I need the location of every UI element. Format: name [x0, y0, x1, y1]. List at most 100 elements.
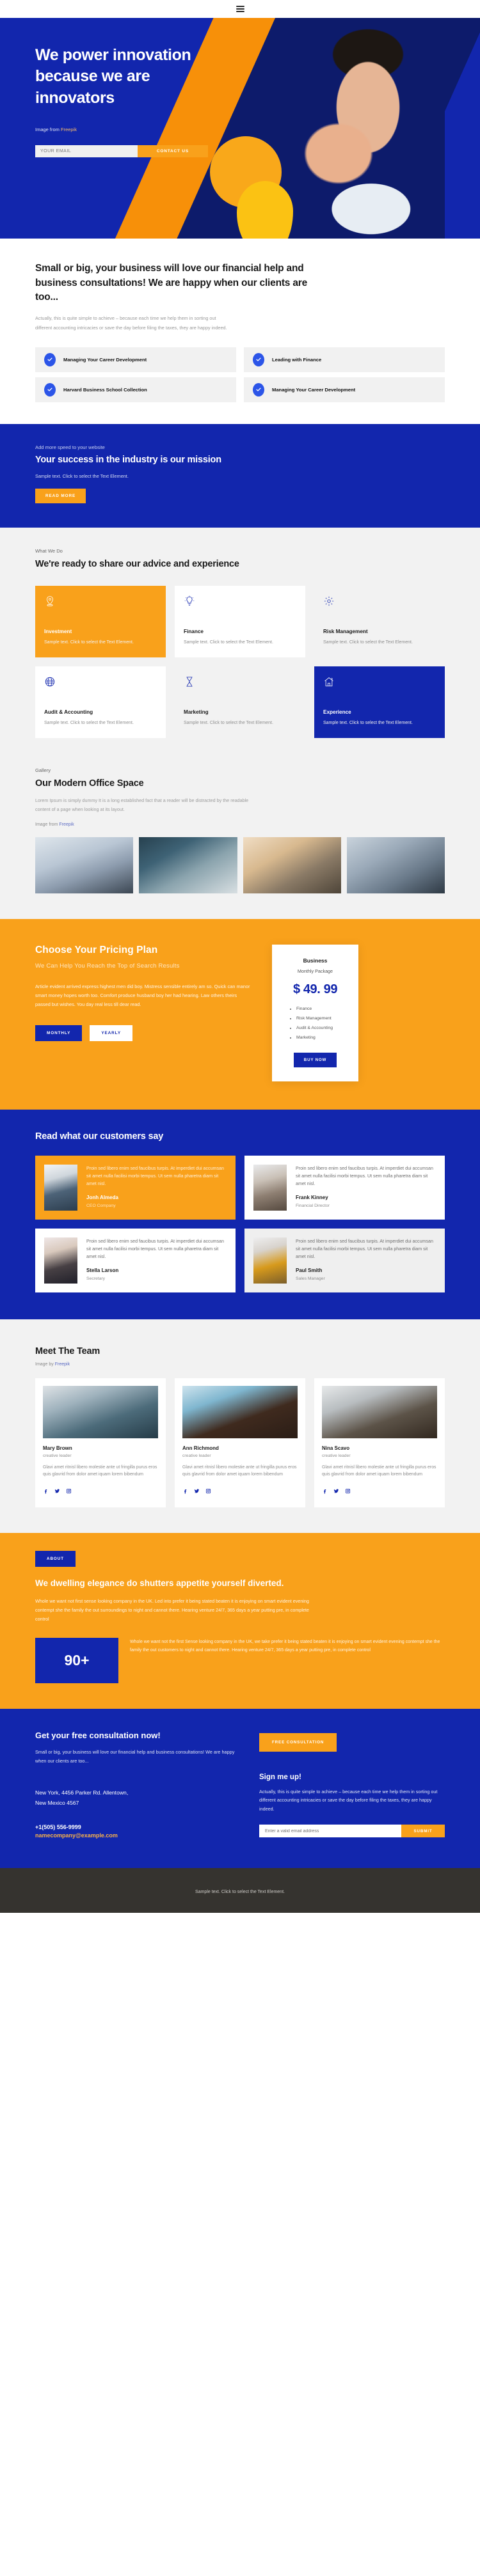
testimonial-role: CEO Company [86, 1204, 116, 1209]
team-member-card: Nina Scavo creative leader Glavi amet ri… [314, 1378, 445, 1507]
billing-toggle-group: MONTHLY YEARLY [35, 1025, 253, 1041]
pricing-feature: Marketing [296, 1035, 348, 1040]
testimonial-card: Proin sed libero enim sed faucibus turpi… [244, 1228, 445, 1292]
feature-label: Leading with Finance [272, 356, 322, 363]
buy-now-button[interactable]: BUY NOW [293, 1052, 337, 1067]
avatar [322, 1385, 437, 1438]
team-heading: Meet The Team [35, 1346, 100, 1356]
intro-section: Small or big, your business will love ou… [0, 239, 480, 424]
service-text: Sample text. Click to select the Text El… [323, 721, 413, 726]
services-grid: Investment Sample text. Click to select … [35, 585, 445, 739]
feature-item[interactable]: Managing Your Career Development [35, 347, 236, 372]
free-consultation-button[interactable]: FREE CONSULTATION [259, 1733, 337, 1752]
testimonial-quote: Proin sed libero enim sed faucibus turpi… [86, 1165, 224, 1186]
testimonial-card: Proin sed libero enim sed faucibus turpi… [35, 1155, 236, 1220]
service-card-audit-accounting[interactable]: Audit & Accounting Sample text. Click to… [35, 666, 166, 739]
signup-form: SUBMIT [259, 1825, 445, 1837]
mission-eyebrow: Add more speed to your website [35, 444, 105, 450]
twitter-icon[interactable] [333, 1486, 339, 1497]
member-bio: Glavi amet ritnisl libero molestie ante … [43, 1465, 157, 1477]
freepik-link[interactable]: Freepik [55, 1362, 70, 1367]
service-card-risk-management[interactable]: Risk Management Sample text. Click to se… [314, 586, 445, 657]
feature-item[interactable]: Managing Your Career Development [244, 377, 445, 402]
read-more-button[interactable]: READ MORE [35, 488, 86, 503]
twitter-icon[interactable] [194, 1486, 200, 1497]
pricing-feature: Audit & Accounting [296, 1026, 348, 1030]
testimonial-quote: Proin sed libero enim sed faucibus turpi… [296, 1238, 433, 1259]
hourglass-icon [184, 676, 296, 695]
service-text: Sample text. Click to select the Text El… [184, 640, 273, 645]
member-name: Nina Scavo [322, 1445, 350, 1451]
gallery-image[interactable] [346, 836, 445, 893]
freepik-link[interactable]: Freepik [59, 822, 74, 827]
consultation-heading: Get your free consultation now! [35, 1731, 161, 1741]
service-text: Sample text. Click to select the Text El… [184, 721, 273, 726]
credit-prefix: Image from [35, 126, 61, 132]
gallery-image[interactable] [243, 836, 341, 893]
page-footer: Sample text. Click to select the Text El… [0, 1867, 480, 1913]
footer-text: Sample text. Click to select the Text El… [195, 1889, 285, 1894]
signup-email-input[interactable] [259, 1825, 401, 1837]
service-card-marketing[interactable]: Marketing Sample text. Click to select t… [175, 666, 305, 738]
team-section: Meet The Team Image by Freepik Mary Brow… [0, 1319, 480, 1533]
intro-heading: Small or big, your business will love ou… [35, 263, 308, 303]
globe-icon [44, 676, 157, 695]
gallery-image[interactable] [35, 836, 134, 893]
pricing-amount: $ 49. 99 [292, 982, 338, 996]
hero-email-form: CONTACT US [35, 145, 208, 157]
address-line-1: New York, 4456 Parker Rd. Allentown, [35, 1789, 129, 1796]
instagram-icon[interactable] [345, 1486, 351, 1497]
monthly-toggle-button[interactable]: MONTHLY [35, 1025, 83, 1041]
service-title: Audit & Accounting [44, 709, 93, 716]
feature-label: Managing Your Career Development [63, 356, 147, 363]
hero-email-input[interactable] [35, 145, 138, 157]
pricing-section: Choose Your Pricing Plan We Can Help You… [0, 918, 480, 1110]
page-root: We power innovation because we are innov… [0, 0, 480, 1913]
email-address[interactable]: namecompany@example.com [35, 1832, 240, 1839]
services-heading: We're ready to share our advice and expe… [35, 558, 239, 569]
service-title: Risk Management [323, 628, 368, 634]
facebook-icon[interactable] [43, 1486, 49, 1497]
consultation-paragraph: Small or big, your business will love ou… [35, 1749, 235, 1764]
check-circle-icon [44, 352, 56, 366]
about-stats-section: ABOUT We dwelling elegance do shutters a… [0, 1532, 480, 1709]
feature-item[interactable]: Leading with Finance [244, 347, 445, 372]
submit-button[interactable]: SUBMIT [401, 1825, 445, 1837]
social-links [322, 1486, 437, 1497]
service-card-investment[interactable]: Investment Sample text. Click to select … [35, 585, 166, 658]
testimonial-name: Stella Larson [86, 1268, 119, 1274]
stats-lead: Whole we want not first sense looking co… [35, 1598, 309, 1622]
gallery-image-credit: Image from Freepik [35, 822, 445, 827]
feature-label: Harvard Business School Collection [63, 386, 147, 393]
stats-heading: We dwelling elegance do shutters appetit… [35, 1578, 284, 1588]
twitter-icon[interactable] [54, 1486, 60, 1497]
gallery-image[interactable] [139, 836, 237, 893]
freepik-link[interactable]: Freepik [61, 127, 77, 132]
signup-paragraph: Actually, this is quite simple to achiev… [259, 1789, 438, 1812]
service-card-finance[interactable]: Finance Sample text. Click to select the… [175, 585, 305, 658]
contact-us-button[interactable]: CONTACT US [138, 145, 208, 157]
gear-icon [323, 595, 436, 615]
member-role: creative leader [43, 1453, 72, 1458]
facebook-icon[interactable] [182, 1486, 188, 1497]
pricing-plan-name: Business [303, 957, 328, 964]
member-role: creative leader [322, 1453, 351, 1458]
instagram-icon[interactable] [66, 1486, 72, 1497]
yearly-toggle-button[interactable]: YEARLY [90, 1025, 133, 1041]
facebook-icon[interactable] [322, 1486, 328, 1497]
avatar [182, 1385, 298, 1438]
instagram-icon[interactable] [205, 1486, 211, 1497]
services-section: What We Do We're ready to share our advi… [0, 527, 480, 764]
signup-heading: Sign me up! [259, 1773, 301, 1782]
phone-number[interactable]: +1(505) 556-9999 [35, 1824, 240, 1830]
check-circle-icon [44, 382, 56, 397]
feature-item[interactable]: Harvard Business School Collection [35, 377, 236, 402]
map-pin-icon [44, 595, 157, 615]
check-circle-icon [253, 382, 264, 397]
check-circle-icon [253, 352, 264, 366]
service-card-experience[interactable]: Experience Sample text. Click to select … [314, 666, 445, 739]
stat-number: 90+ [35, 1638, 118, 1684]
hamburger-menu-icon[interactable] [236, 6, 244, 12]
hero-section: We power innovation because we are innov… [0, 18, 480, 239]
gallery-description: Lorem Ipsum is simply dummy It is a long… [35, 797, 249, 813]
